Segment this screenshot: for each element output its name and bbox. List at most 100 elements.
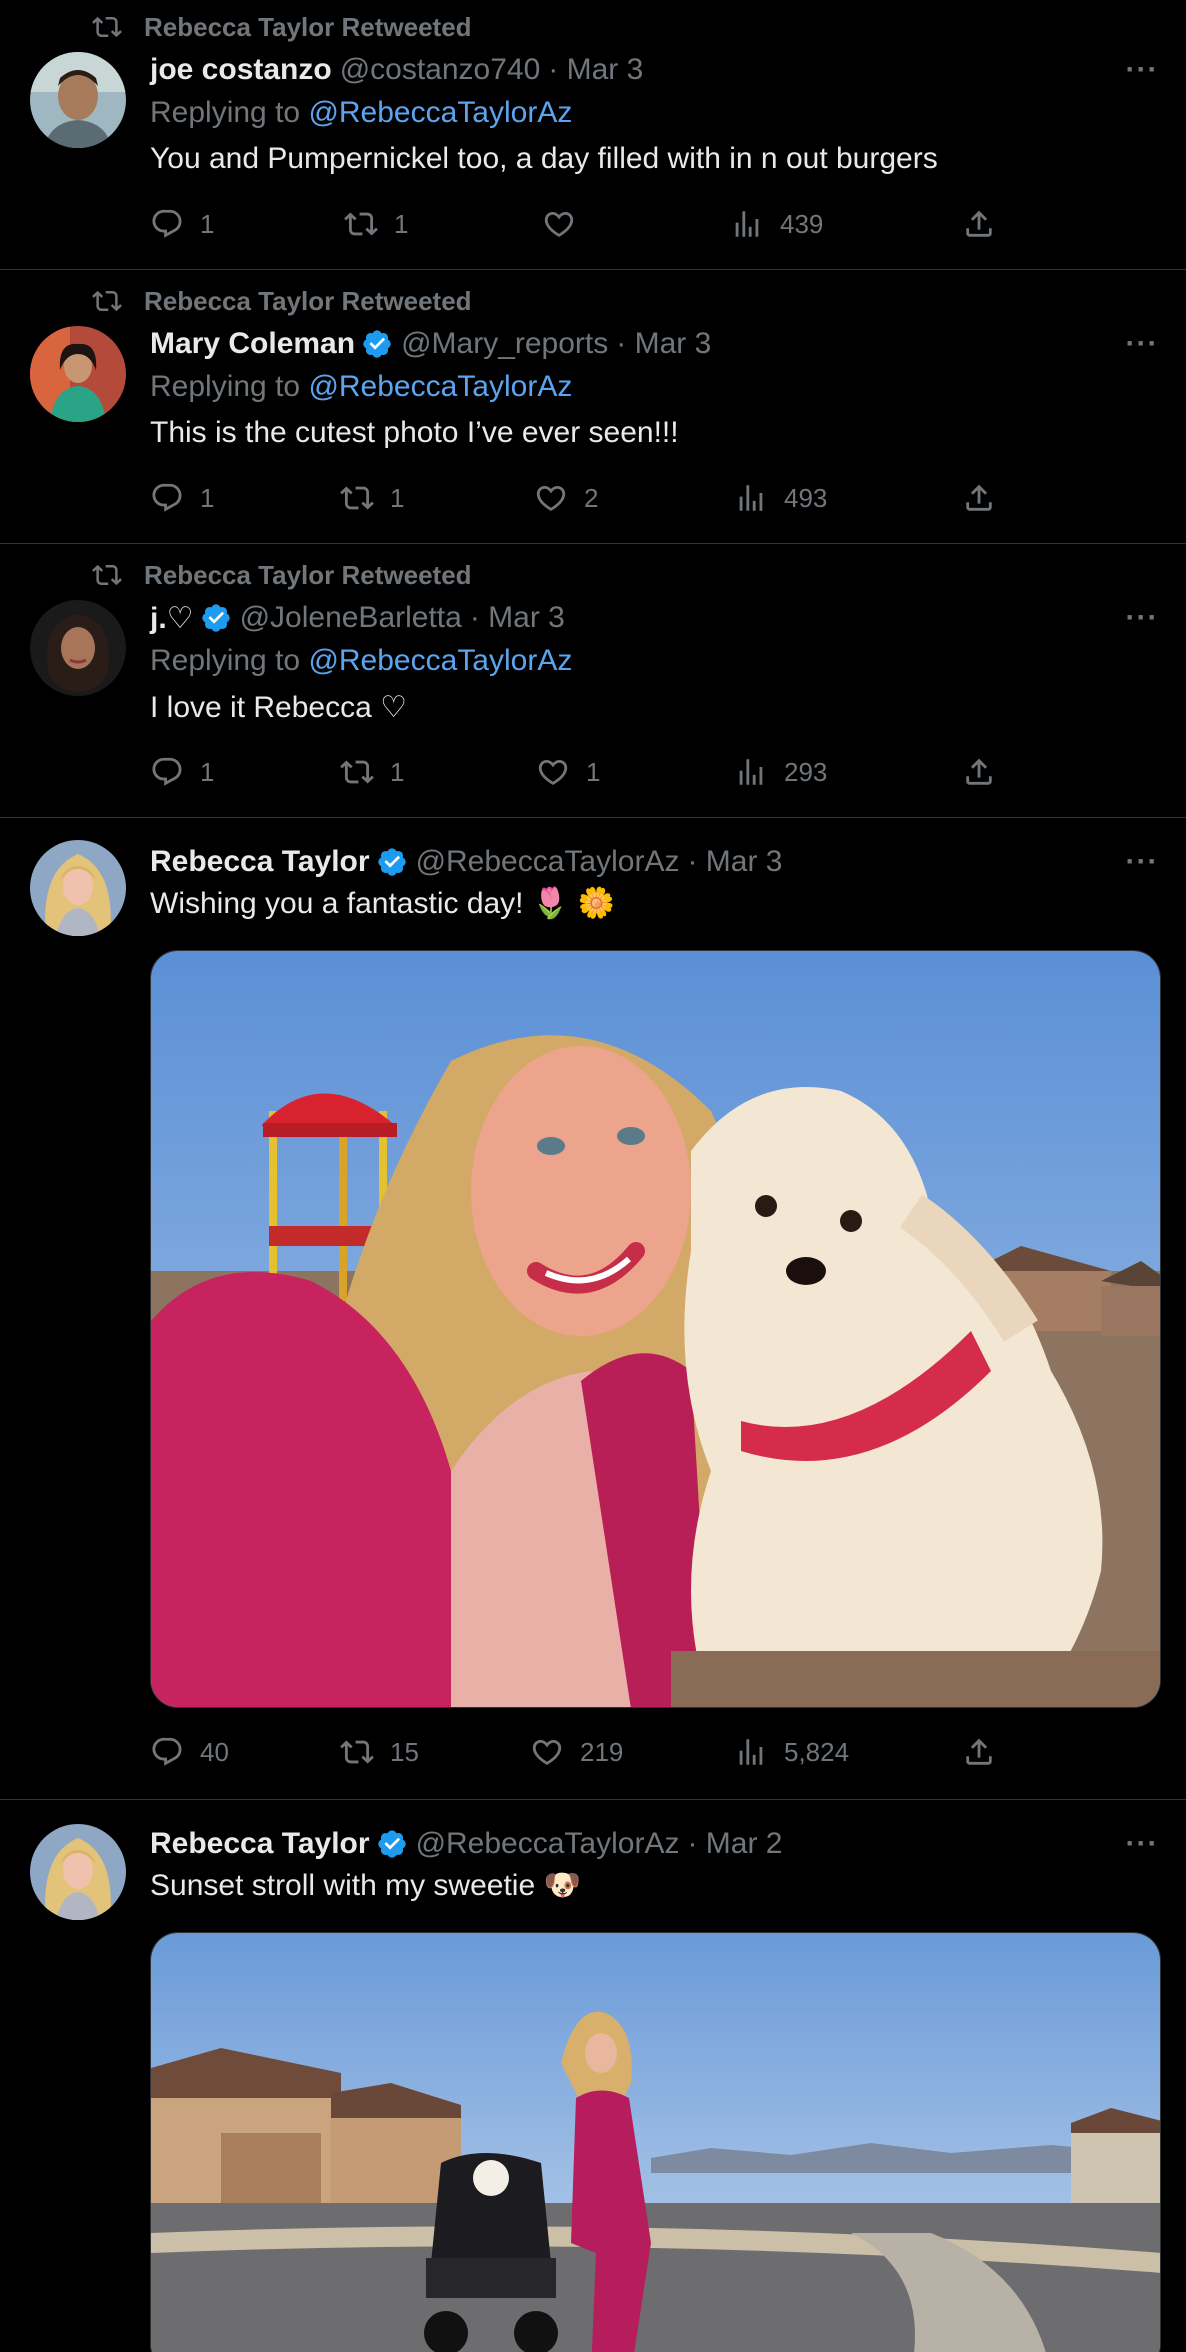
reply-icon bbox=[150, 1735, 184, 1769]
reply-count: 1 bbox=[200, 756, 215, 787]
avatar[interactable] bbox=[30, 600, 126, 696]
tweet-date[interactable]: · Mar 2 bbox=[687, 1827, 782, 1861]
reply-button[interactable]: 40 bbox=[150, 1728, 229, 1776]
tweet-date[interactable]: · Mar 3 bbox=[687, 845, 782, 879]
like-icon bbox=[536, 755, 570, 789]
retweet-context-label: Rebecca Taylor Retweeted bbox=[144, 11, 472, 42]
avatar[interactable] bbox=[30, 840, 126, 936]
share-icon bbox=[962, 1735, 996, 1769]
action-bar: 1 1 439 bbox=[150, 200, 1010, 248]
share-icon bbox=[962, 207, 996, 241]
like-button[interactable] bbox=[542, 200, 592, 248]
action-bar: 1 1 2 493 bbox=[150, 474, 1010, 522]
tweet-photo[interactable] bbox=[150, 1932, 1161, 2352]
more-icon[interactable]: ··· bbox=[1124, 600, 1160, 636]
views-button[interactable]: 493 bbox=[734, 474, 827, 522]
sunset-stroll-image bbox=[151, 1933, 1160, 2352]
share-button[interactable] bbox=[962, 200, 1012, 248]
avatar-image bbox=[30, 1824, 126, 1920]
avatar-image bbox=[30, 600, 126, 696]
tweet-date[interactable]: · Mar 3 bbox=[470, 601, 565, 635]
user-handle[interactable]: @RebeccaTaylorAz bbox=[416, 845, 680, 879]
verified-badge-icon bbox=[376, 846, 408, 878]
user-handle[interactable]: @costanzo740 bbox=[340, 53, 541, 87]
tweet[interactable]: Rebecca Taylor @RebeccaTaylorAz · Mar 2 … bbox=[0, 1800, 1186, 2352]
retweet-button[interactable]: 15 bbox=[340, 1728, 419, 1776]
more-icon[interactable]: ··· bbox=[1124, 52, 1160, 88]
retweet-button[interactable]: 1 bbox=[340, 474, 404, 522]
like-count: 219 bbox=[580, 1736, 624, 1767]
views-button[interactable]: 5,824 bbox=[734, 1728, 849, 1776]
tweet[interactable]: Rebecca Taylor Retweeted joe costanzo @c… bbox=[0, 0, 1186, 270]
display-name[interactable]: Rebecca Taylor bbox=[150, 845, 370, 879]
like-button[interactable]: 219 bbox=[530, 1728, 623, 1776]
share-button[interactable] bbox=[962, 474, 1012, 522]
like-icon bbox=[530, 1735, 564, 1769]
retweet-icon bbox=[340, 755, 374, 789]
mention-link[interactable]: @RebeccaTaylorAz bbox=[308, 644, 572, 677]
display-name[interactable]: Mary Coleman bbox=[150, 327, 355, 361]
mention-link[interactable]: @RebeccaTaylorAz bbox=[308, 96, 572, 129]
views-button[interactable]: 439 bbox=[730, 200, 823, 248]
reply-count: 1 bbox=[200, 208, 215, 239]
views-button[interactable]: 293 bbox=[734, 748, 827, 796]
avatar-image bbox=[30, 326, 126, 422]
display-name[interactable]: joe costanzo bbox=[150, 53, 332, 87]
like-count: 1 bbox=[586, 756, 601, 787]
display-name[interactable]: Rebecca Taylor bbox=[150, 1827, 370, 1861]
user-handle[interactable]: @Mary_reports bbox=[401, 327, 608, 361]
tweet-photo[interactable] bbox=[150, 950, 1161, 1708]
display-name[interactable]: j.♡ bbox=[150, 601, 194, 636]
replying-to: Replying to @RebeccaTaylorAz bbox=[150, 96, 572, 130]
tweet-text: Wishing you a fantastic day! 🌷 🌼 bbox=[150, 887, 615, 920]
selfie-with-dog-image bbox=[151, 951, 1160, 1707]
retweet-context: Rebecca Taylor Retweeted bbox=[92, 283, 472, 319]
retweet-count: 15 bbox=[390, 1736, 419, 1767]
tweet[interactable]: Rebecca Taylor Retweeted j.♡ @JoleneBarl… bbox=[0, 544, 1186, 818]
retweet-icon bbox=[340, 1735, 374, 1769]
reply-button[interactable]: 1 bbox=[150, 748, 214, 796]
avatar[interactable] bbox=[30, 1824, 126, 1920]
tweet[interactable]: Rebecca Taylor Retweeted Mary Coleman @M… bbox=[0, 270, 1186, 544]
replying-to-label: Replying to bbox=[150, 370, 301, 403]
avatar[interactable] bbox=[30, 326, 126, 422]
reply-count: 1 bbox=[200, 482, 215, 513]
avatar-image bbox=[30, 840, 126, 936]
more-icon[interactable]: ··· bbox=[1124, 1826, 1160, 1862]
retweet-icon bbox=[92, 12, 122, 42]
retweet-icon bbox=[340, 481, 374, 515]
more-icon[interactable]: ··· bbox=[1124, 326, 1160, 362]
retweet-context: Rebecca Taylor Retweeted bbox=[92, 9, 472, 45]
reply-icon bbox=[150, 481, 184, 515]
avatar[interactable] bbox=[30, 52, 126, 148]
share-button[interactable] bbox=[962, 748, 1012, 796]
more-icon[interactable]: ··· bbox=[1124, 844, 1160, 880]
retweet-icon bbox=[92, 560, 122, 590]
like-button[interactable]: 2 bbox=[534, 474, 598, 522]
tweet-text: I love it Rebecca ♡ bbox=[150, 691, 408, 724]
replying-to-label: Replying to bbox=[150, 644, 301, 677]
user-handle[interactable]: @RebeccaTaylorAz bbox=[416, 1827, 680, 1861]
reply-button[interactable]: 1 bbox=[150, 200, 214, 248]
verified-badge-icon bbox=[376, 1828, 408, 1860]
tweet-date[interactable]: · Mar 3 bbox=[548, 53, 643, 87]
mention-link[interactable]: @RebeccaTaylorAz bbox=[308, 370, 572, 403]
tweet[interactable]: Rebecca Taylor @RebeccaTaylorAz · Mar 3 … bbox=[0, 818, 1186, 1800]
tweet-date[interactable]: · Mar 3 bbox=[616, 327, 711, 361]
view-count: 293 bbox=[784, 756, 828, 787]
like-button[interactable]: 1 bbox=[536, 748, 600, 796]
view-count: 5,824 bbox=[784, 1736, 850, 1767]
retweet-context: Rebecca Taylor Retweeted bbox=[92, 557, 472, 593]
reply-icon bbox=[150, 207, 184, 241]
share-button[interactable] bbox=[962, 1728, 1012, 1776]
replying-to: Replying to @RebeccaTaylorAz bbox=[150, 644, 572, 678]
replying-to: Replying to @RebeccaTaylorAz bbox=[150, 370, 572, 404]
reply-button[interactable]: 1 bbox=[150, 474, 214, 522]
action-bar: 1 1 1 293 bbox=[150, 748, 1010, 796]
user-handle[interactable]: @JoleneBarletta bbox=[240, 601, 462, 635]
retweet-context-label: Rebecca Taylor Retweeted bbox=[144, 285, 472, 316]
share-icon bbox=[962, 755, 996, 789]
retweet-button[interactable]: 1 bbox=[344, 200, 408, 248]
verified-badge-icon bbox=[200, 602, 232, 634]
retweet-button[interactable]: 1 bbox=[340, 748, 404, 796]
